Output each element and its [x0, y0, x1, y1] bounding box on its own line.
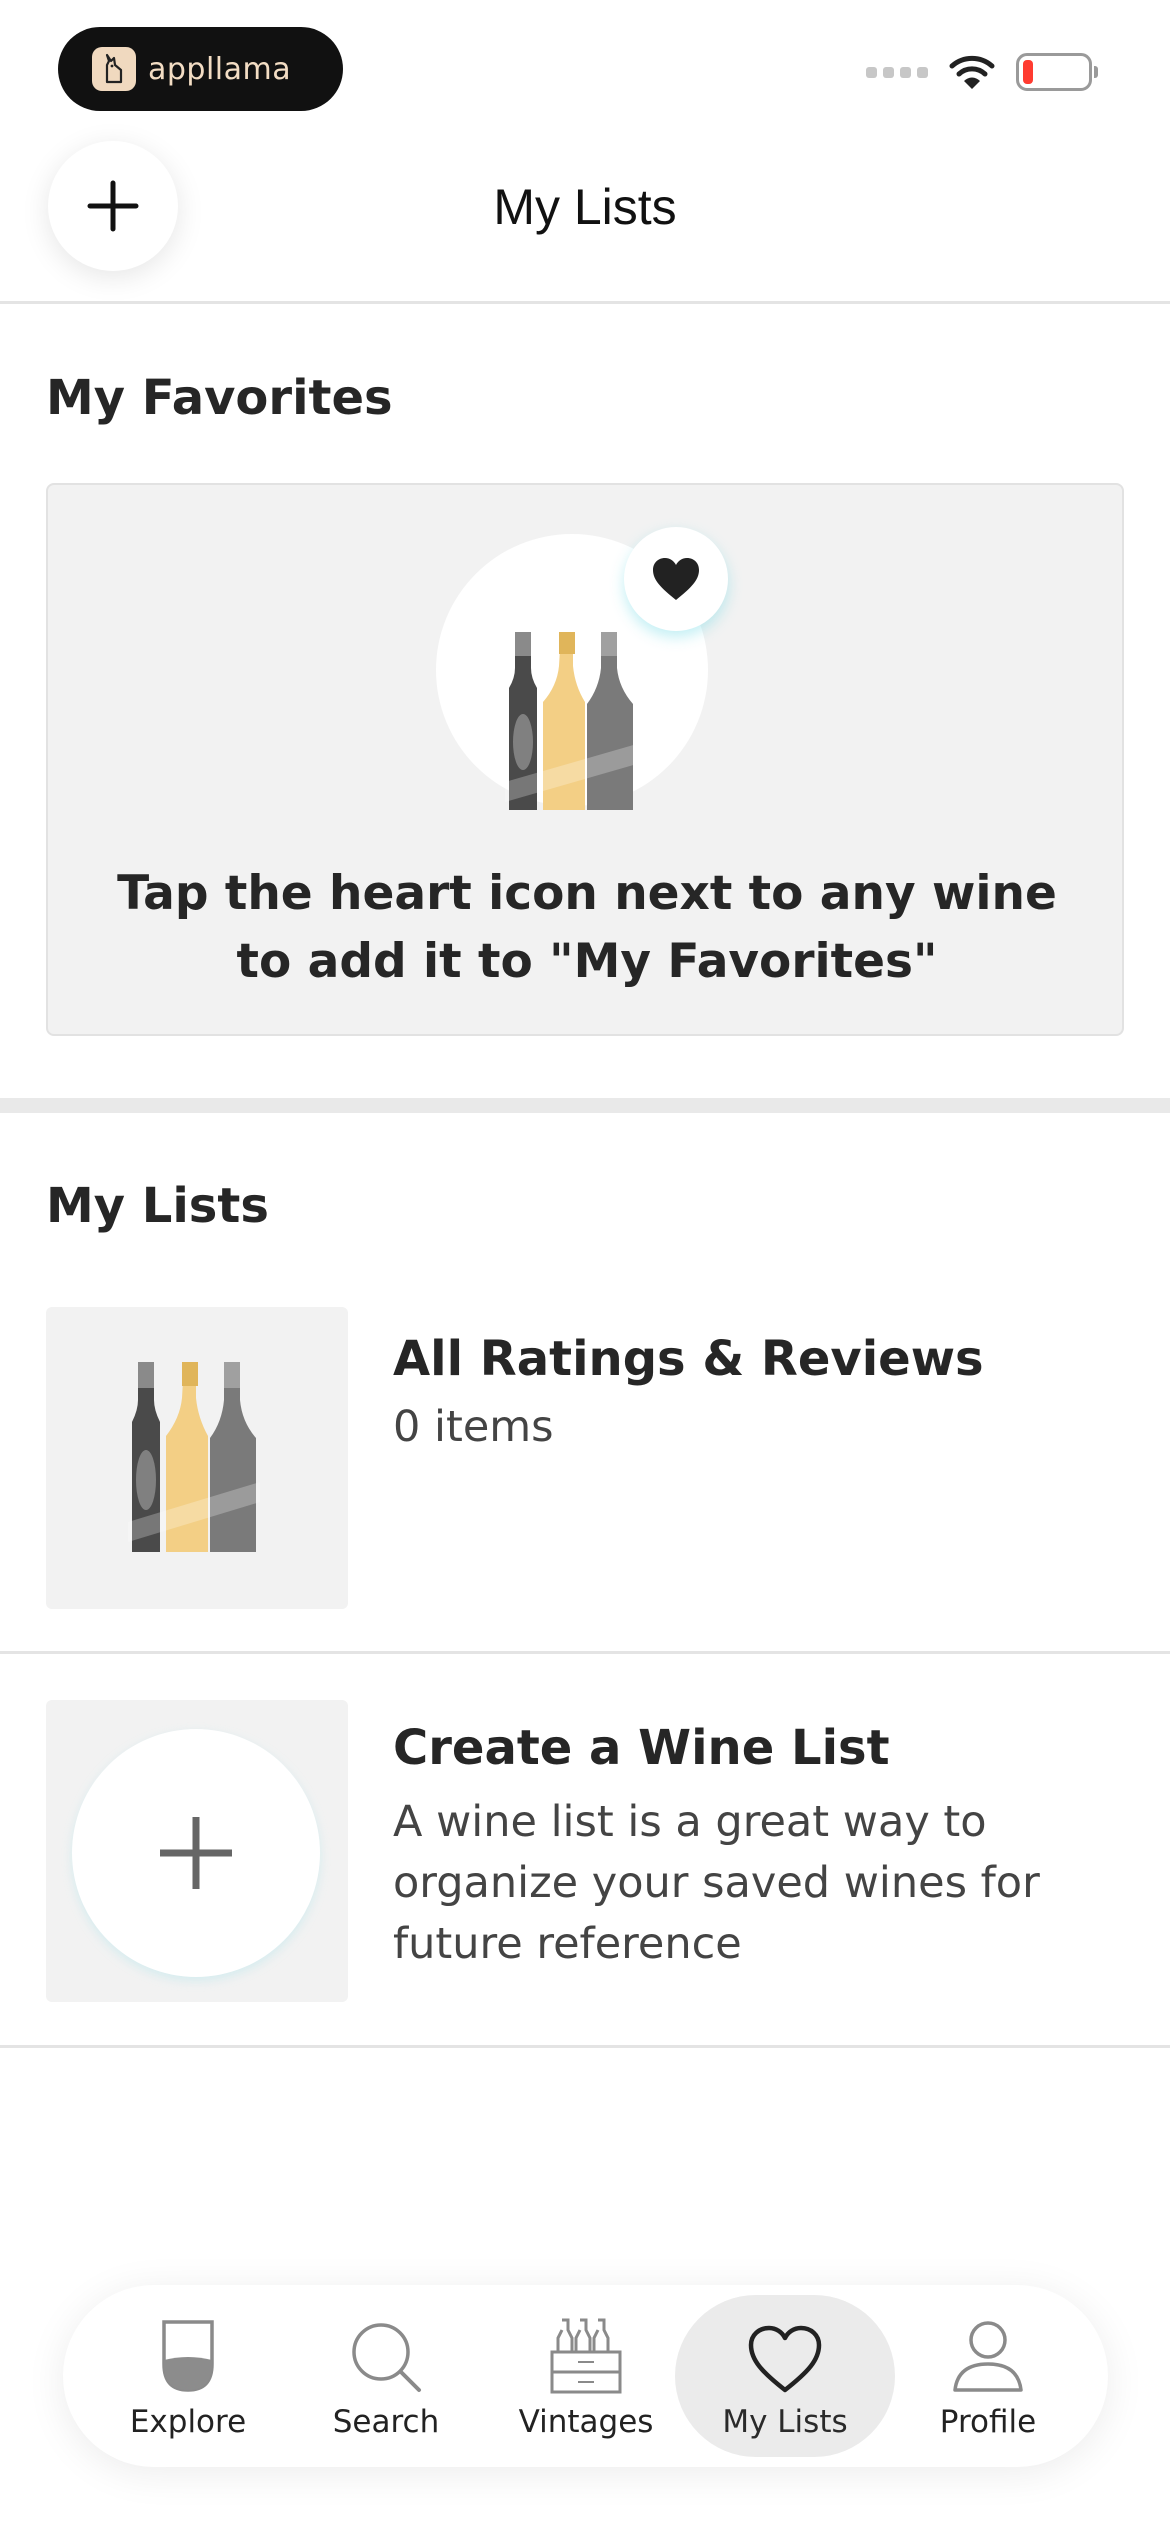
tab-label: Explore — [129, 2404, 247, 2440]
list-thumbnail — [46, 1307, 348, 1609]
status-bar: appllama — [0, 0, 1170, 130]
plus-icon — [160, 1817, 232, 1889]
section-divider — [0, 1098, 1170, 1113]
row-divider — [0, 2045, 1170, 2048]
list-item-count: 0 items — [393, 1402, 554, 1452]
tab-explore[interactable]: Explore — [123, 2285, 253, 2467]
create-list-button[interactable] — [72, 1729, 320, 1977]
row-divider — [0, 1651, 1170, 1654]
header-divider — [0, 301, 1170, 304]
favorites-heading: My Favorites — [46, 370, 393, 426]
wifi-icon — [949, 55, 995, 89]
create-list-description: A wine list is a great way to organize y… — [393, 1797, 1040, 1969]
battery-icon — [1016, 53, 1098, 91]
wine-bottles-icon — [501, 632, 641, 816]
create-list-title: Create a Wine List — [393, 1720, 890, 1776]
tab-label: Vintages — [518, 2404, 654, 2440]
tab-label: My Lists — [722, 2404, 848, 2440]
create-list-thumbnail — [46, 1700, 348, 2002]
signal-icon — [866, 66, 928, 78]
status-icons — [866, 52, 1098, 92]
heart-icon — [653, 558, 699, 600]
app-name: appllama — [148, 51, 292, 87]
favorites-empty-message: Tap the heart icon next to any wine to a… — [117, 866, 1057, 989]
battery-level — [1023, 60, 1033, 84]
favorites-card[interactable]: Tap the heart icon next to any wine to a… — [46, 483, 1124, 1036]
heart-icon — [747, 2312, 823, 2394]
tab-profile[interactable]: Profile — [923, 2285, 1053, 2467]
tab-label: Search — [332, 2404, 440, 2440]
search-icon — [349, 2312, 423, 2394]
app-indicator-pill[interactable]: appllama — [58, 27, 343, 111]
bottom-tab-bar: Explore Search Vintages My Lists Profile — [63, 2285, 1108, 2467]
list-title: All Ratings & Reviews — [393, 1331, 984, 1387]
tab-my-lists[interactable]: My Lists — [675, 2285, 895, 2467]
tab-search[interactable]: Search — [321, 2285, 451, 2467]
create-wine-list-row[interactable]: Create a Wine List A wine list is a grea… — [0, 1700, 1170, 2002]
wine-bottles-icon — [128, 1362, 260, 1552]
tab-vintages[interactable]: Vintages — [511, 2285, 661, 2467]
wine-glass-icon — [158, 2312, 218, 2394]
favorite-heart-badge — [624, 527, 728, 631]
tab-label: Profile — [939, 2404, 1037, 2440]
lists-heading: My Lists — [46, 1178, 269, 1234]
page-title: My Lists — [493, 179, 677, 235]
wine-crate-icon — [548, 2312, 624, 2394]
list-item-all-ratings[interactable]: All Ratings & Reviews 0 items — [0, 1307, 1170, 1609]
llama-logo-icon — [92, 47, 136, 91]
person-icon — [952, 2312, 1024, 2394]
